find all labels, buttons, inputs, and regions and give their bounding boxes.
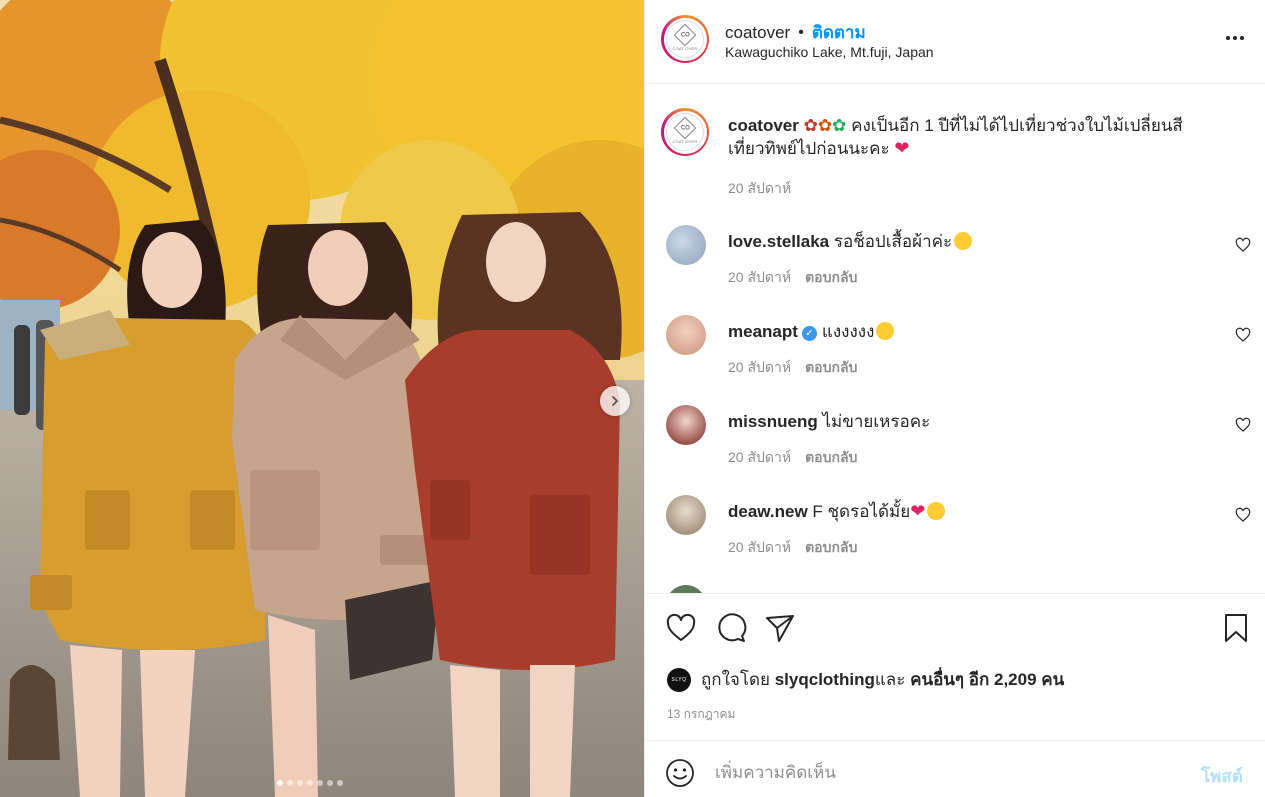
author-username[interactable]: coatover xyxy=(725,23,790,43)
brand-logo: CO COAT OVER xyxy=(666,20,704,58)
caption-line1: คงเป็นอีก 1 ปีที่ไม่ได้ไปเที่ยวช่วงใบไม้… xyxy=(846,116,1183,135)
carousel-dot xyxy=(307,780,313,786)
reply-button[interactable]: ตอบกลับ xyxy=(805,539,857,555)
commenter-avatar[interactable] xyxy=(666,495,706,535)
caption-text: coatover ✿✿✿ คงเป็นอีก 1 ปีที่ไม่ได้ไปเท… xyxy=(728,116,1183,158)
reply-button[interactable]: ตอบกลับ xyxy=(805,269,857,285)
carousel-dot xyxy=(317,780,323,786)
verified-icon: ✓ xyxy=(801,326,817,341)
likes-prefix: ถูกใจโดย xyxy=(701,670,770,689)
post-comment-button[interactable]: โพสต์ xyxy=(1201,763,1243,790)
comment-item: love.stellaka รอช็อปเสื้อผ้าค่ะ xyxy=(728,228,973,255)
share-icon[interactable] xyxy=(764,612,796,644)
author-avatar[interactable]: CO COAT OVER xyxy=(661,15,709,63)
post-detail-panel: CO COAT OVER coatover • ติดตาม Kawaguchi… xyxy=(644,0,1265,797)
caption-time[interactable]: 20 สัปดาห์ xyxy=(728,178,791,200)
more-icon xyxy=(1226,36,1230,40)
separator-dot: • xyxy=(798,23,804,41)
more-options-button[interactable] xyxy=(1223,30,1247,46)
comment-time[interactable]: 20 สัปดาห์ xyxy=(728,269,791,285)
commenter-avatar[interactable] xyxy=(666,225,706,265)
laughing-emoji xyxy=(927,502,946,520)
leaf-emoji: ✿ xyxy=(803,116,818,135)
post-photo[interactable] xyxy=(0,0,644,797)
post-date[interactable]: 13 กรกฎาคม xyxy=(667,705,735,724)
commenter-avatar[interactable] xyxy=(666,405,706,445)
carousel-dot xyxy=(327,780,333,786)
like-comment-heart-icon[interactable] xyxy=(1235,237,1251,253)
heart-emoji: ❤ xyxy=(910,501,926,521)
comment-text: ไม่ขายเหรอคะ xyxy=(817,412,931,431)
post-location[interactable]: Kawaguchiko Lake, Mt.fuji, Japan xyxy=(725,44,934,60)
post-header: CO COAT OVER coatover • ติดตาม Kawaguchi… xyxy=(645,0,1265,84)
carousel-indicator xyxy=(277,780,343,786)
comment-item: meanapt ✓ แงงงงง xyxy=(728,318,895,345)
chevron-right-icon xyxy=(612,396,618,406)
caption-line2: เที่ยวทิพย์ไปก่อนนะคะ xyxy=(728,139,890,158)
comment-text: แงงงงง xyxy=(821,322,875,341)
likes-summary: SLYQ ถูกใจโดย slyqclothing และ คนอื่นๆ อ… xyxy=(667,666,1064,693)
like-comment-heart-icon[interactable] xyxy=(1235,417,1251,433)
carousel-dot xyxy=(337,780,343,786)
commenter-avatar[interactable] xyxy=(666,585,706,593)
comment-meta: 20 สัปดาห์ ตอบกลับ xyxy=(728,267,857,289)
comment-username[interactable]: love.stellaka xyxy=(728,232,829,251)
comment-meta: 20 สัปดาห์ ตอบกลับ xyxy=(728,447,857,469)
carousel-next-button[interactable] xyxy=(600,386,630,416)
heart-eyes-emoji xyxy=(954,232,973,250)
comment-time[interactable]: 20 สัปดาห์ xyxy=(728,539,791,555)
heart-emoji: ❤ xyxy=(894,138,910,158)
logo-mark: CO xyxy=(680,32,690,38)
logo-subtitle: COAT OVER xyxy=(672,46,698,51)
like-heart-icon[interactable] xyxy=(665,612,697,644)
liker-username[interactable]: slyqclothing xyxy=(775,670,875,690)
comments-list[interactable]: CO COAT OVER coatover ✿✿✿ คงเป็นอีก 1 ปี… xyxy=(645,85,1265,593)
follow-button[interactable]: ติดตาม xyxy=(812,19,866,46)
post-actions: SLYQ ถูกใจโดย slyqclothing และ คนอื่นๆ อ… xyxy=(645,593,1265,740)
comment-text: รอช็อปเสื้อผ้าค่ะ xyxy=(829,232,953,251)
comment-text: F ชุดรอได้มั้ย xyxy=(807,502,911,521)
comment-time[interactable]: 20 สัปดาห์ xyxy=(728,449,791,465)
likes-others-link[interactable]: คนอื่นๆ อีก 2,209 คน xyxy=(910,666,1064,693)
caption-username[interactable]: coatover xyxy=(728,116,799,135)
comment-username[interactable]: deaw.new xyxy=(728,502,808,521)
sad-emoji xyxy=(876,322,895,340)
comment-time[interactable]: 20 สัปดาห์ xyxy=(728,359,791,375)
like-comment-heart-icon[interactable] xyxy=(1235,507,1251,523)
comment-username[interactable]: missnueng xyxy=(728,412,818,431)
smile-icon[interactable] xyxy=(665,758,695,788)
comment-composer: โพสต์ xyxy=(645,740,1265,797)
carousel-dot xyxy=(297,780,303,786)
caption-avatar[interactable]: CO COAT OVER xyxy=(661,108,709,156)
comment-meta: 20 สัปดาห์ ตอบกลับ xyxy=(728,357,857,379)
comment-icon[interactable] xyxy=(715,612,747,644)
comment-input[interactable] xyxy=(715,756,1185,790)
reply-button[interactable]: ตอบกลับ xyxy=(805,359,857,375)
comment-username[interactable]: meanapt xyxy=(728,322,798,341)
comment-item: missnueng ไม่ขายเหรอคะ xyxy=(728,408,930,435)
photo-illustration xyxy=(0,0,644,797)
reply-button[interactable]: ตอบกลับ xyxy=(805,449,857,465)
bookmark-icon[interactable] xyxy=(1220,612,1252,644)
comment-meta: 20 สัปดาห์ ตอบกลับ xyxy=(728,537,857,559)
liker-avatar[interactable]: SLYQ xyxy=(667,667,691,692)
carousel-dot xyxy=(287,780,293,786)
commenter-avatar[interactable] xyxy=(666,315,706,355)
carousel-dot xyxy=(277,780,283,786)
comment-item: deaw.new F ชุดรอได้มั้ย❤ xyxy=(728,498,946,525)
likes-middle: และ xyxy=(874,670,906,689)
like-comment-heart-icon[interactable] xyxy=(1235,327,1251,343)
